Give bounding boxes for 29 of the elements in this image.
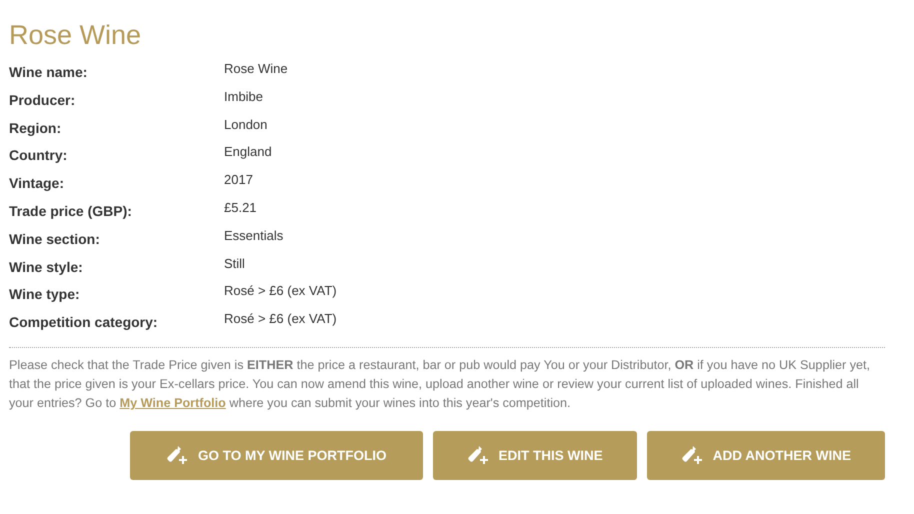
field-label: Wine type: — [9, 285, 81, 304]
bottle-plus-icon — [166, 445, 188, 466]
field-value: Still — [224, 256, 245, 273]
field-value: 2017 — [224, 172, 253, 190]
action-button[interactable]: ADD ANOTHER WINE — [646, 430, 885, 480]
action-button[interactable]: GO TO MY WINE PORTFOLIO — [130, 430, 422, 480]
field-label: Producer: — [9, 90, 76, 110]
field-value: Rose Wine — [224, 61, 288, 78]
field-value: London — [224, 116, 268, 134]
field-label: Wine style: — [9, 258, 84, 277]
field-value: Rosé > £6 (ex VAT) — [224, 311, 337, 328]
field-label: Vintage: — [9, 174, 65, 194]
page-title: Rose Wine — [9, 20, 142, 51]
field-label: Wine name: — [9, 63, 88, 82]
bottle-plus-icon — [680, 445, 703, 466]
action-button[interactable]: EDIT THIS WINE — [432, 430, 637, 480]
portfolio-link[interactable]: My Wine Portfolio — [120, 396, 226, 410]
field-label: Wine section: — [9, 230, 101, 249]
bottle-plus-icon — [466, 445, 488, 466]
field-label: Region: — [9, 118, 62, 138]
field-label: Competition category: — [9, 313, 159, 332]
field-value: Rosé > £6 (ex VAT) — [224, 283, 337, 300]
field-value: Essentials — [224, 228, 284, 245]
notice-text: Please check that the Trade Price given is EITHER the price a restaurant, bar or pub would pay You or your Distributor, OR if you have no UK Supplier yet, that the price given is your Ex-cellars price. You can now amend this wine, upload another wine or review your current list of uploaded wines. Finished all your entries? Go to My Wine Portfolio where you can submit your wines into this year's competition. — [9, 356, 872, 412]
field-value: Imbibe — [224, 88, 264, 106]
field-value: £5.21 — [224, 200, 257, 217]
field-label: Trade price (GBP): — [9, 202, 133, 221]
field-value: England — [224, 144, 272, 162]
field-label: Country: — [9, 146, 68, 166]
